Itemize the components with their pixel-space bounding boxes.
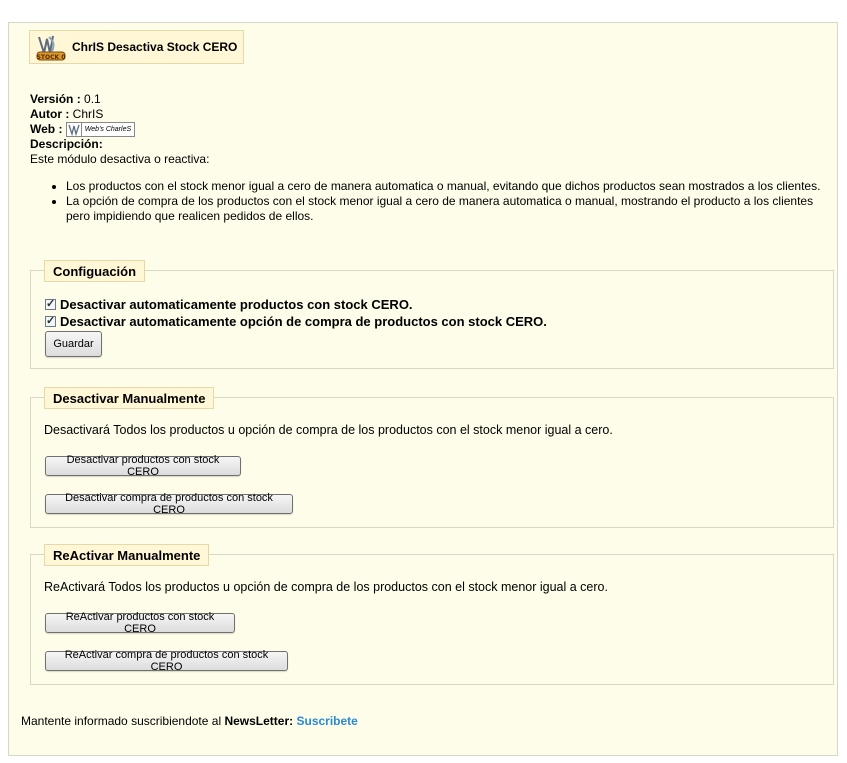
auto-deactivate-purchase-label: Desactivar automaticamente opción de com… — [60, 314, 547, 329]
web-badge-text: Web's CharleS — [84, 126, 132, 134]
deactivate-legend: Desactivar Manualmente — [44, 387, 215, 409]
description-intro: Este módulo desactiva o reactiva: — [30, 152, 210, 167]
deactivate-purchase-button[interactable]: Desactivar compra de productos con stock… — [45, 492, 293, 516]
config-legend: Configuación — [44, 260, 146, 282]
reactivate-section: ReActivar Manualmente ReActivará Todos l… — [30, 544, 834, 685]
auto-deactivate-products-row: Desactivar automaticamente productos con… — [45, 297, 413, 312]
reactivate-purchase-button[interactable]: ReActivar compra de productos con stock … — [45, 649, 288, 673]
web-label: Web : — [30, 122, 63, 136]
module-title: ChrIS Desactiva Stock CERO — [72, 40, 238, 54]
deactivate-products-button[interactable]: Desactivar productos con stock CERO — [45, 454, 241, 478]
reactivate-description: ReActivará Todos los productos u opción … — [44, 580, 608, 594]
module-header: STOCK 0 ChrIS Desactiva Stock CERO — [29, 30, 245, 64]
stock-logo-icon: STOCK 0 — [36, 33, 66, 61]
web-badge-link[interactable]: Web's CharleS — [65, 122, 136, 138]
author-value: ChrIS — [72, 107, 104, 121]
newsletter-label: NewsLetter: — [224, 714, 294, 728]
version-value: 0.1 — [84, 92, 101, 106]
version-label: Versión : — [30, 92, 81, 106]
author-label: Autor : — [30, 107, 70, 121]
description-list: Los productos con el stock menor igual a… — [30, 179, 836, 224]
auto-deactivate-purchase-row: Desactivar automaticamente opción de com… — [45, 314, 547, 329]
subscribe-link[interactable]: Suscribete — [296, 714, 357, 728]
list-item: La opción de compra de los productos con… — [66, 194, 836, 224]
module-info: Versión : 0.1 Autor : ChrIS Web : Web's … — [30, 92, 209, 167]
footer-text: Mantente informado suscribiendote al — [21, 714, 225, 728]
config-section: Configuación Desactivar automaticamente … — [30, 260, 834, 369]
auto-deactivate-products-label: Desactivar automaticamente productos con… — [60, 297, 413, 312]
web-logo-icon — [67, 123, 82, 137]
save-button[interactable]: Guardar — [45, 331, 102, 357]
list-item: Los productos con el stock menor igual a… — [66, 179, 836, 194]
auto-deactivate-purchase-checkbox[interactable] — [45, 314, 56, 327]
svg-text:STOCK 0: STOCK 0 — [37, 54, 66, 61]
deactivate-description: Desactivará Todos los productos u opción… — [44, 423, 613, 437]
newsletter-footer: Mantente informado suscribiendote al New… — [21, 714, 358, 728]
auto-deactivate-products-checkbox[interactable] — [45, 297, 56, 310]
module-panel: STOCK 0 ChrIS Desactiva Stock CERO Versi… — [8, 22, 838, 756]
reactivate-products-button[interactable]: ReActivar productos con stock CERO — [45, 611, 235, 635]
reactivate-legend: ReActivar Manualmente — [44, 544, 210, 566]
description-label: Descripción: — [30, 137, 103, 152]
deactivate-section: Desactivar Manualmente Desactivará Todos… — [30, 387, 834, 528]
